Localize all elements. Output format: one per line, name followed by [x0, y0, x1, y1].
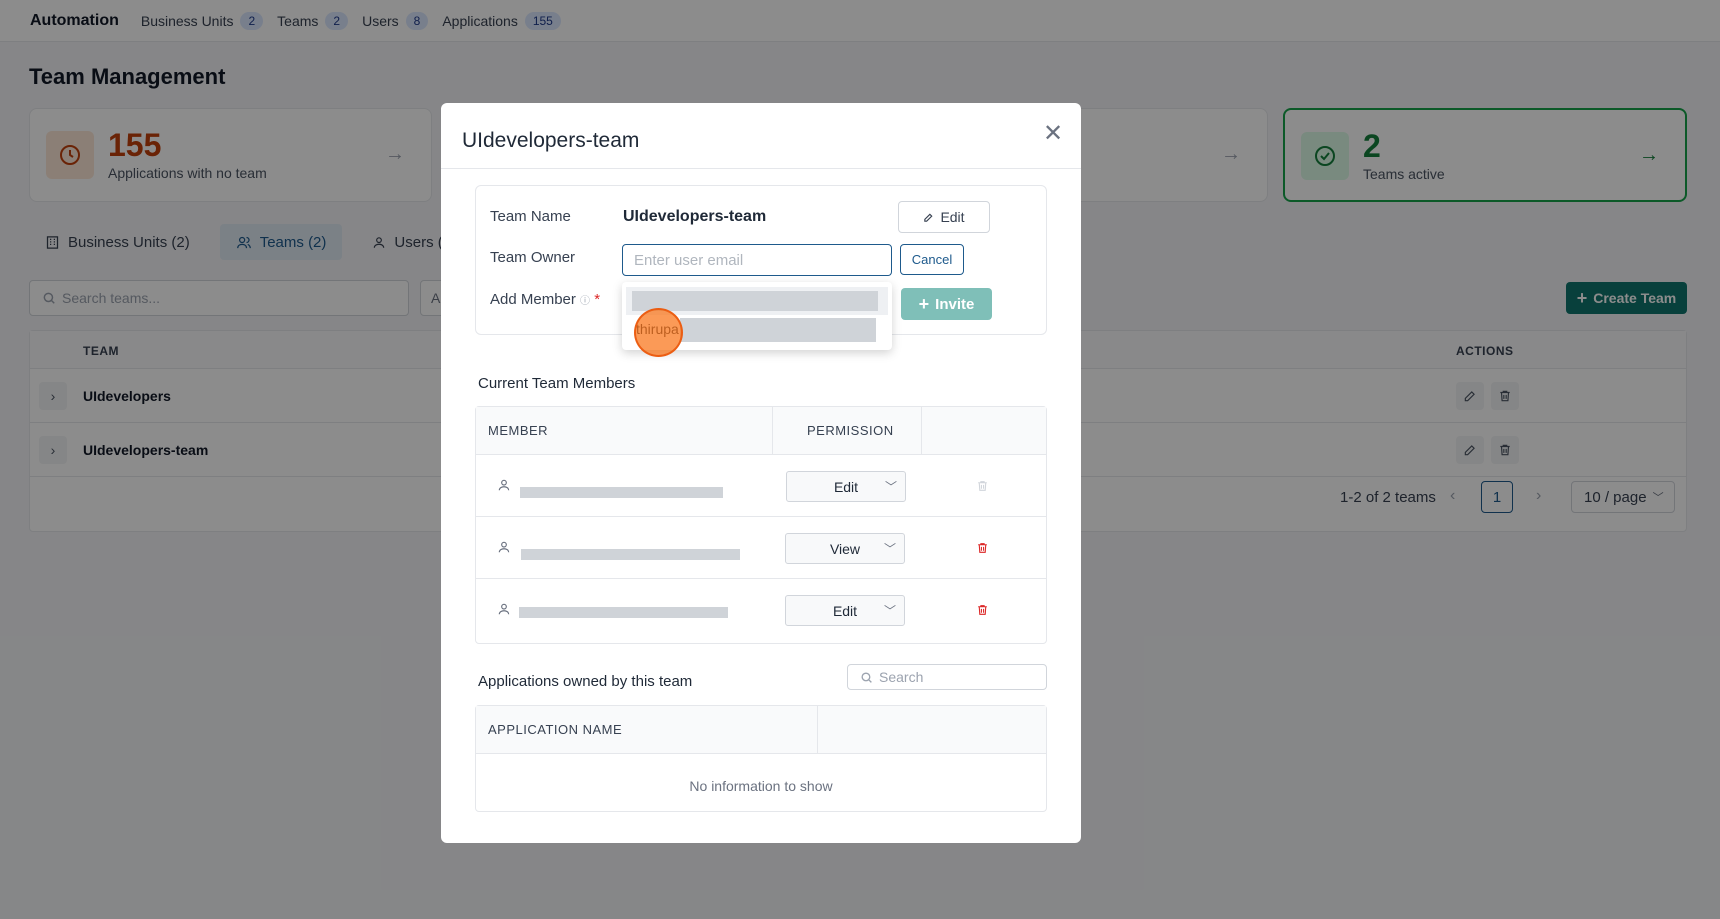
table-row: Edit ﹀ — [476, 579, 1046, 641]
redacted-member — [520, 487, 723, 498]
permission-select[interactable]: View ﹀ — [785, 533, 905, 564]
redacted-member — [521, 549, 740, 560]
redacted-text — [680, 318, 876, 342]
modal-title: UIdevelopers-team — [462, 129, 640, 152]
table-row: View ﹀ — [476, 517, 1046, 579]
team-name-label: Team Name — [490, 208, 571, 225]
info-icon: ⓘ — [580, 296, 591, 307]
click-indicator — [634, 308, 683, 357]
redacted-member — [519, 607, 728, 618]
edit-label: Edit — [940, 209, 965, 225]
trash-icon[interactable] — [976, 541, 989, 555]
team-owner-label: Team Owner — [490, 249, 576, 266]
permission-select[interactable]: Edit ﹀ — [786, 471, 906, 502]
invite-label: Invite — [935, 295, 975, 313]
team-name-value: UIdevelopers-team — [623, 208, 767, 225]
table-header: APPLICATION NAME — [476, 706, 1046, 754]
members-section-title: Current Team Members — [478, 375, 636, 392]
add-member-text: Add Member — [490, 291, 576, 308]
close-icon[interactable]: ✕ — [1043, 119, 1063, 148]
pencil-icon — [924, 212, 933, 222]
apps-table: APPLICATION NAME No information to show — [475, 705, 1047, 812]
table-row: Edit ﹀ — [476, 455, 1046, 517]
empty-state-text: No information to show — [689, 778, 833, 794]
apps-search-input[interactable]: Search — [847, 664, 1047, 690]
search-icon — [861, 671, 872, 683]
edit-team-name-button[interactable]: Edit — [898, 201, 990, 233]
plus-icon: + — [918, 293, 930, 314]
permission-value: Edit — [832, 602, 858, 619]
team-details-modal: UIdevelopers-team ✕ Team Name UIdevelope… — [441, 103, 1081, 843]
permission-select[interactable]: Edit ﹀ — [785, 595, 905, 626]
divider — [441, 168, 1081, 169]
apps-section-title: Applications owned by this team — [478, 673, 693, 690]
redacted-text — [632, 291, 878, 311]
column-header-member: MEMBER — [488, 423, 549, 438]
chevron-down-icon: ﹀ — [883, 542, 896, 556]
add-member-label: Add Member ⓘ * — [490, 291, 600, 308]
search-placeholder: Search — [879, 669, 924, 685]
user-icon — [498, 479, 510, 491]
invite-button[interactable]: + Invite — [901, 288, 992, 320]
user-icon — [498, 603, 510, 615]
trash-icon — [978, 481, 987, 491]
column-header-application-name: APPLICATION NAME — [488, 722, 623, 737]
cancel-button[interactable]: Cancel — [900, 244, 964, 275]
members-table: MEMBER PERMISSION Edit ﹀ View ﹀ Edit ﹀ — [475, 406, 1047, 644]
trash-icon[interactable] — [976, 603, 989, 617]
user-icon — [498, 541, 510, 553]
owner-email-input[interactable] — [622, 244, 892, 276]
table-header: MEMBER PERMISSION — [476, 407, 1046, 455]
chevron-down-icon: ﹀ — [883, 604, 896, 618]
permission-value: View — [829, 540, 861, 557]
required-mark: * — [594, 291, 601, 308]
column-header-permission: PERMISSION — [807, 423, 894, 438]
chevron-down-icon: ﹀ — [884, 480, 897, 494]
permission-value: Edit — [833, 478, 859, 495]
